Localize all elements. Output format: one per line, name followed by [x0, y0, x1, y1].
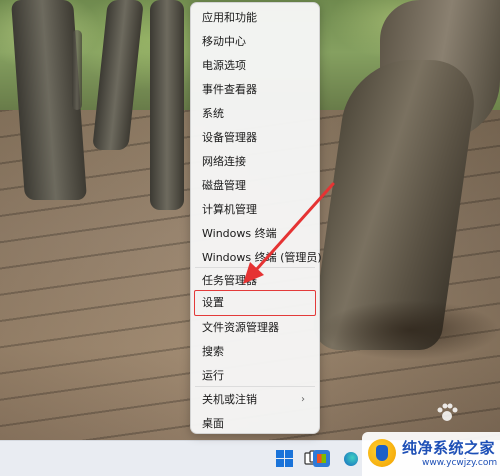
watermark-url: www.ycwjzy.com: [422, 458, 498, 468]
watermark-badge: 纯净系统之家 www.ycwjzy.com: [362, 432, 500, 476]
paw-icon: [437, 403, 458, 421]
edge-icon[interactable]: [344, 452, 358, 466]
store-icon[interactable]: [313, 450, 330, 467]
watermark-logo-icon: [368, 439, 396, 467]
annotation-arrow: [243, 182, 335, 284]
windows-start-icon[interactable]: [276, 450, 293, 467]
watermark-title: 纯净系统之家: [402, 439, 496, 457]
